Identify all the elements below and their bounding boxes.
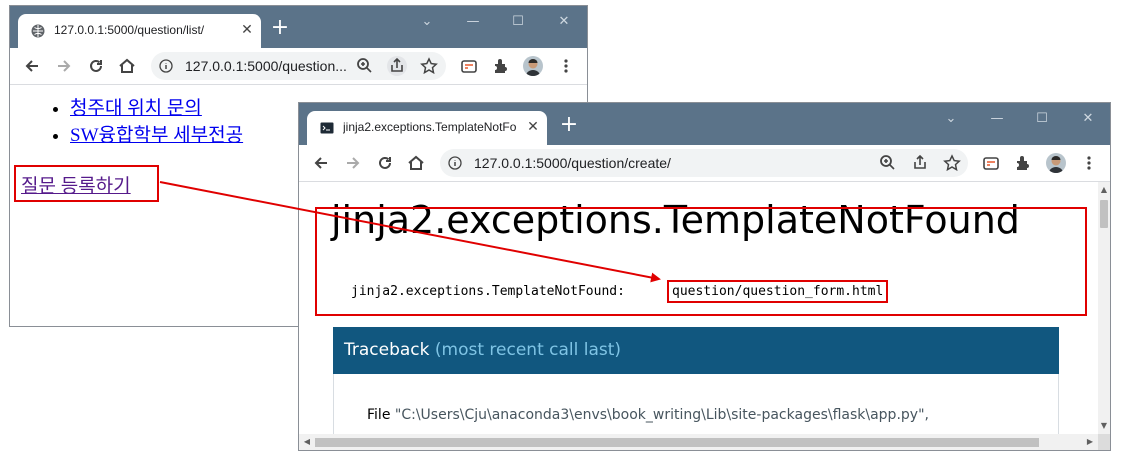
annotation-arrow [159,181,661,283]
